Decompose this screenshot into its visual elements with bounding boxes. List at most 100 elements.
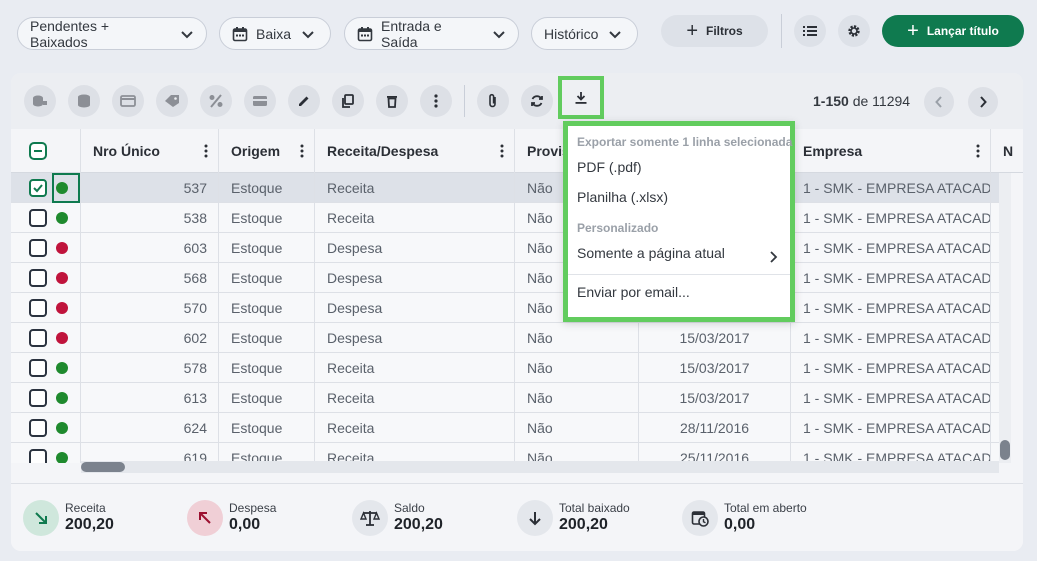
add-card-icon — [120, 95, 136, 107]
export-current-page-option[interactable]: Somente a página atual — [577, 245, 725, 261]
column-receita-despesa-label: Receita/Despesa — [327, 143, 439, 159]
vertical-scrollbar[interactable] — [999, 173, 1011, 463]
column-menu-icon[interactable] — [204, 143, 208, 159]
table-header: Nro Único Origem Receita/Despesa Provis … — [11, 129, 1023, 173]
prev-page-button[interactable] — [924, 87, 954, 117]
column-receita-despesa[interactable]: Receita/Despesa — [315, 129, 515, 173]
list-view-button[interactable] — [794, 15, 826, 47]
action-button-2[interactable] — [68, 85, 100, 117]
export-button[interactable] — [558, 76, 604, 119]
status-dot — [56, 242, 68, 254]
cell-origem: Estoque — [219, 323, 315, 353]
column-menu-icon[interactable] — [500, 143, 504, 159]
edit-button[interactable] — [288, 85, 320, 117]
cell-origem: Estoque — [219, 383, 315, 413]
cell-receita-despesa: Receita — [315, 383, 515, 413]
table-row[interactable]: 578 Estoque Receita Não 15/03/2017 1 - SMK - … — [11, 353, 999, 383]
row-checkbox[interactable] — [29, 329, 47, 347]
arrow-up-left-icon — [187, 500, 223, 536]
table-row[interactable]: 538EstoqueReceitaNão15/03/20171 - SMK - … — [11, 203, 999, 233]
filters-button[interactable]: + Filtros — [661, 15, 768, 47]
row-select-cell — [11, 173, 81, 203]
row-select-cell — [11, 383, 81, 413]
export-email-option[interactable]: Enviar por email... — [577, 284, 690, 300]
column-menu-icon[interactable] — [300, 143, 304, 159]
attachment-button[interactable] — [477, 85, 509, 117]
summary-baixado-label: Total baixado — [559, 501, 630, 515]
delete-button[interactable] — [376, 85, 408, 117]
action-button-3[interactable] — [112, 85, 144, 117]
action-button-6[interactable] — [244, 85, 276, 117]
status-filter-dropdown[interactable]: Pendentes + Baixados — [17, 17, 207, 50]
table-row[interactable]: 537EstoqueReceitaNão15/03/20171 - SMK - … — [11, 173, 999, 203]
date-type-dropdown[interactable]: Baixa — [219, 17, 331, 50]
column-empresa-label: Empresa — [803, 143, 863, 159]
table-row[interactable]: 603EstoqueDespesaNão15/03/20171 - SMK - … — [11, 233, 999, 263]
row-checkbox[interactable] — [29, 389, 47, 407]
table-row[interactable]: 619 Estoque Receita Não 25/11/2016 1 - SMK - … — [11, 443, 999, 463]
cell-next — [991, 353, 999, 383]
cell-data: 25/11/2016 — [639, 443, 791, 463]
row-checkbox[interactable] — [29, 299, 47, 317]
table-row[interactable]: 624 Estoque Receita Não 28/11/2016 1 - SMK - … — [11, 413, 999, 443]
action-button-5[interactable] — [200, 85, 232, 117]
summary-despesa: Despesa 0,00 — [187, 498, 327, 538]
next-page-button[interactable] — [968, 87, 998, 117]
row-checkbox[interactable] — [29, 209, 47, 227]
export-custom-header: Personalizado — [577, 221, 659, 235]
column-nro-unico-label: Nro Único — [93, 143, 160, 159]
action-button-4[interactable] — [156, 85, 188, 117]
row-checkbox[interactable] — [29, 269, 47, 287]
action-button-1[interactable] — [24, 85, 56, 117]
table-row[interactable]: 602 Estoque Despesa Não 15/03/2017 1 - SMK - … — [11, 323, 999, 353]
cell-empresa: 1 - SMK - EMPRESA ATACADO — [791, 203, 991, 233]
table-row[interactable]: 613 Estoque Receita Não 15/03/2017 1 - SMK - … — [11, 383, 999, 413]
cell-empresa: 1 - SMK - EMPRESA ATACADO — [791, 443, 991, 463]
row-checkbox[interactable] — [29, 359, 47, 377]
export-selected-header: Exportar somente 1 linha selecionada — [577, 135, 793, 149]
scrollbar-thumb[interactable] — [1000, 440, 1010, 460]
column-next-label: N — [1003, 143, 1014, 159]
row-select-cell — [11, 443, 81, 463]
table-row[interactable]: 570EstoqueDespesaNão15/03/20171 - SMK - … — [11, 293, 999, 323]
cell-nro-unico: 570 — [81, 293, 219, 323]
row-checkbox[interactable] — [29, 179, 47, 197]
cell-nro-unico: 578 — [81, 353, 219, 383]
cell-next — [991, 233, 999, 263]
summary-saldo-value: 200,20 — [394, 516, 443, 533]
status-dot — [56, 272, 68, 284]
column-next[interactable]: N — [991, 129, 1023, 173]
row-checkbox[interactable] — [29, 239, 47, 257]
row-checkbox[interactable] — [29, 449, 47, 463]
chevron-down-icon — [609, 30, 622, 38]
refresh-button[interactable] — [521, 85, 553, 117]
column-empresa[interactable]: Empresa — [791, 129, 991, 173]
export-xlsx-option[interactable]: Planilha (.xlsx) — [577, 189, 668, 205]
cell-next — [991, 203, 999, 233]
copy-button[interactable] — [332, 85, 364, 117]
history-dropdown[interactable]: Histórico — [531, 17, 638, 50]
direction-dropdown[interactable]: Entrada e Saída — [344, 17, 519, 50]
horizontal-scrollbar[interactable] — [81, 461, 999, 473]
pencil-icon — [299, 96, 309, 106]
cell-receita-despesa: Receita — [315, 443, 515, 463]
settings-button[interactable] — [838, 15, 870, 47]
summary-aberto-label: Total em aberto — [724, 501, 807, 515]
table-row[interactable]: 568EstoqueDespesaNão15/03/20171 - SMK - … — [11, 263, 999, 293]
select-all-checkbox[interactable] — [29, 142, 47, 160]
page-range: 1-150 — [813, 93, 849, 109]
export-pdf-option[interactable]: PDF (.pdf) — [577, 159, 642, 175]
cell-origem: Estoque — [219, 443, 315, 463]
status-dot — [56, 362, 68, 374]
column-nro-unico[interactable]: Nro Único — [81, 129, 219, 173]
copy-icon — [342, 94, 354, 108]
cell-nro-unico: 602 — [81, 323, 219, 353]
scrollbar-thumb[interactable] — [81, 462, 125, 472]
launch-title-button[interactable]: + Lançar título — [882, 15, 1024, 47]
actions-toolbar: 1-150 de 11294 — [11, 73, 1023, 129]
column-origem[interactable]: Origem — [219, 129, 315, 173]
row-checkbox[interactable] — [29, 419, 47, 437]
titles-panel: 1-150 de 11294 Nro Único Origem Receita/… — [11, 73, 1023, 551]
more-actions-button[interactable] — [420, 85, 452, 117]
column-menu-icon[interactable] — [976, 143, 980, 159]
